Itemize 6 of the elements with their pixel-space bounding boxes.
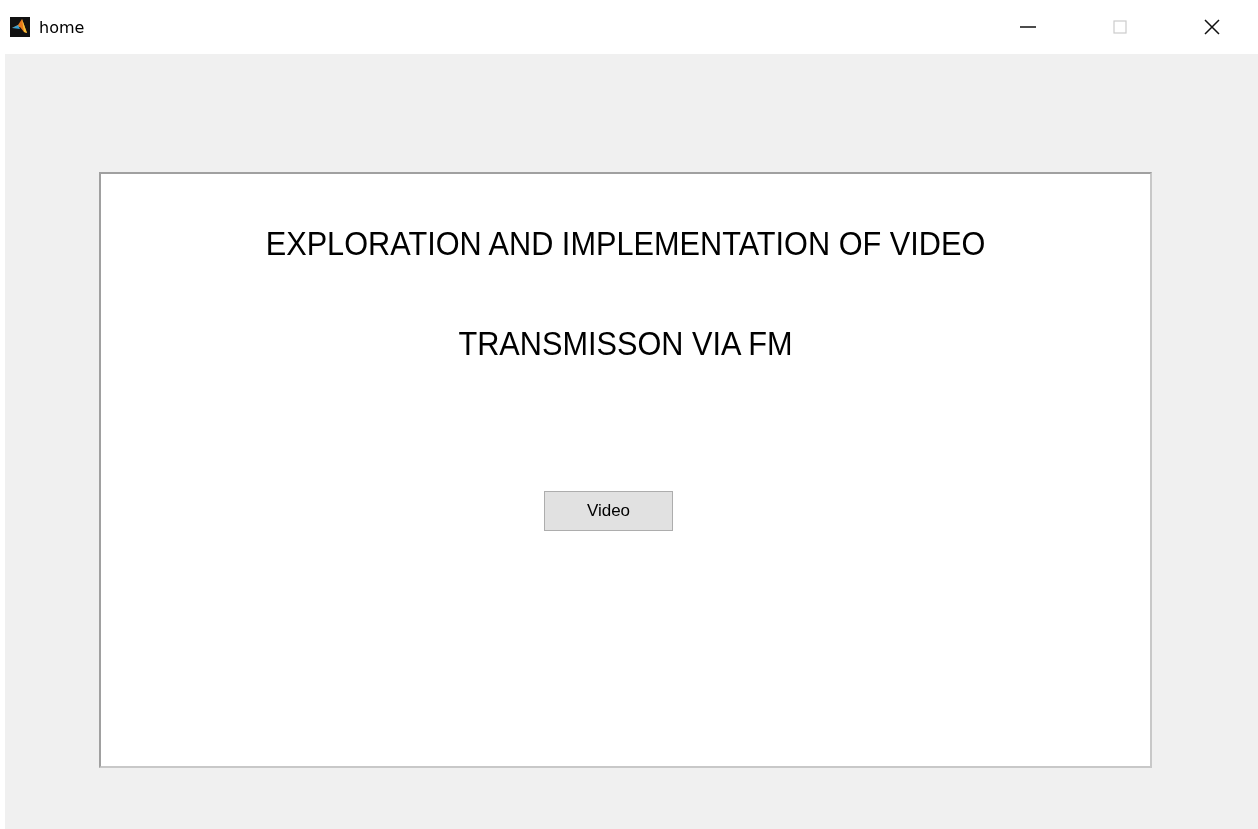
window-title: home bbox=[39, 17, 85, 37]
heading-line: EXPLORATION AND IMPLEMENTATION OF VIDEO bbox=[264, 224, 987, 264]
close-icon[interactable] bbox=[1202, 17, 1222, 37]
heading-line: TRANSMISSON VIA FM bbox=[457, 324, 794, 364]
video-button[interactable]: Video bbox=[544, 491, 673, 531]
app-logo-icon bbox=[10, 17, 30, 37]
